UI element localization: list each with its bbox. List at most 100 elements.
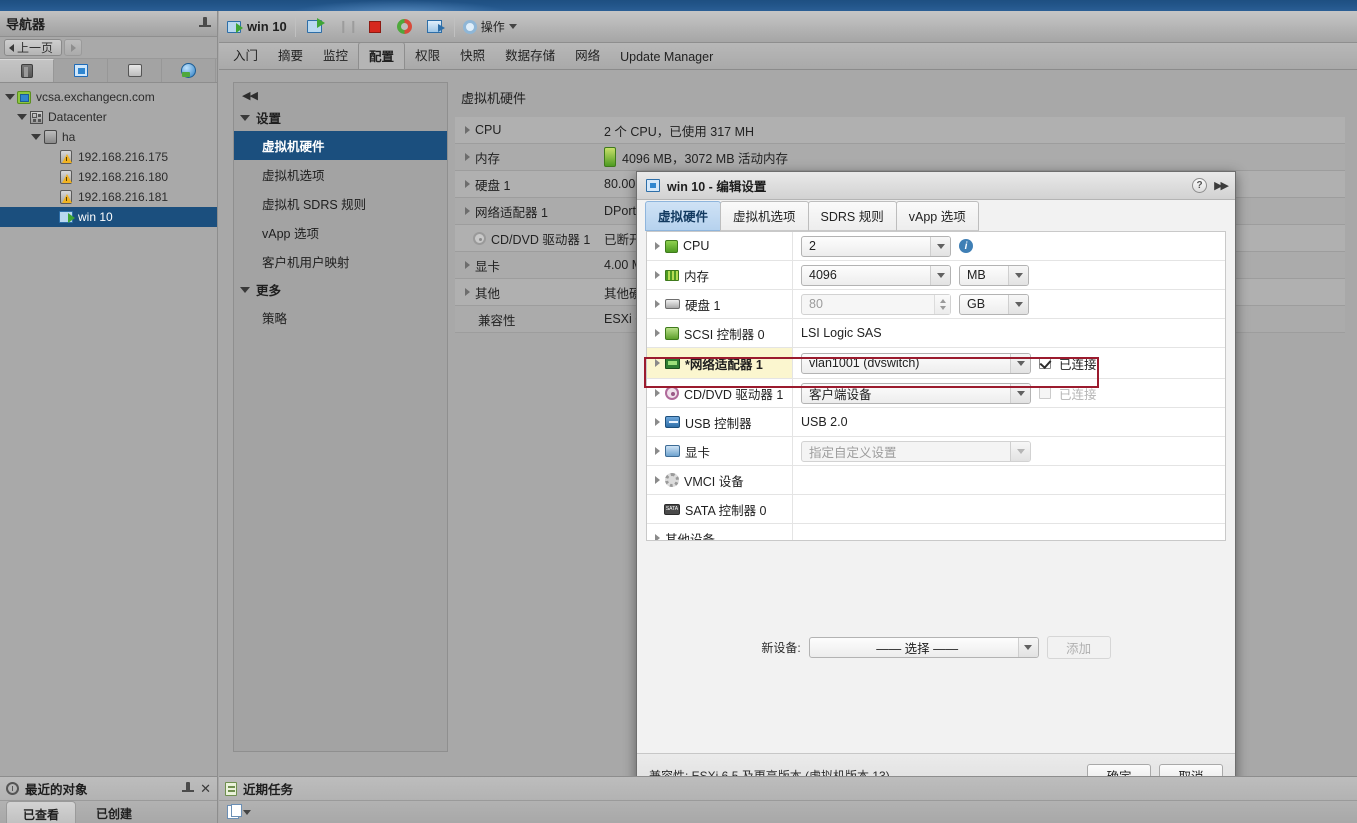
expand-arrow-icon[interactable] <box>465 180 470 188</box>
launch-console-button[interactable] <box>424 16 446 38</box>
subnav-group-more[interactable]: 更多 <box>234 276 447 303</box>
expand-arrow-icon[interactable] <box>655 359 660 367</box>
memory-unit-select[interactable]: MB <box>959 264 1029 286</box>
vcenter-icon <box>17 90 31 104</box>
expand-arrow-icon[interactable] <box>655 271 660 279</box>
tab-monitor[interactable]: 监控 <box>313 42 358 69</box>
back-button[interactable]: 上一页 <box>4 39 63 56</box>
sidebar-item-guest-user-mappings[interactable]: 客户机用户映射 <box>234 247 447 276</box>
expand-arrow-icon[interactable] <box>465 261 470 269</box>
expand-arrow-icon[interactable] <box>655 329 660 337</box>
add-device-button[interactable]: 添加 <box>1046 635 1111 659</box>
tree-item-vm-win10[interactable]: win 10 <box>0 207 217 227</box>
pin-icon[interactable] <box>182 781 195 796</box>
recent-objects-tab-viewed[interactable]: 已查看 <box>6 801 77 823</box>
expand-arrow-icon[interactable] <box>655 447 660 455</box>
dialog-row-sata-controller-0[interactable]: SATA SATA 控制器 0 <box>647 495 1225 524</box>
nav-tab-networking[interactable] <box>162 59 216 82</box>
dialog-row-usb-controller[interactable]: USB 控制器 USB 2.0 <box>647 408 1225 437</box>
tree-item-host-175[interactable]: 192.168.216.175 <box>0 147 217 167</box>
expand-arrow-icon[interactable] <box>655 300 660 308</box>
expand-right-icon[interactable]: ▶▶ <box>1214 179 1229 192</box>
dialog-header: win 10 - 编辑设置 ? ▶▶ <box>637 172 1235 200</box>
dialog-row-memory[interactable]: 内存 4096 MB <box>647 261 1225 290</box>
hardware-row-memory[interactable]: 内存 4096 MB，3072 MB 活动内存 <box>455 144 1345 171</box>
nav-tab-vms-and-templates[interactable] <box>54 59 108 82</box>
dialog-row-network-adapter-1[interactable]: *网络适配器 1 vlan1001 (dvswitch) 已连接 <box>647 348 1225 379</box>
expand-arrow-icon[interactable] <box>465 207 470 215</box>
chevron-down-icon[interactable] <box>17 114 27 120</box>
chevron-down-icon[interactable] <box>31 134 41 140</box>
tab-summary[interactable]: 摘要 <box>268 42 313 69</box>
suspend-button[interactable]: ❙❙ <box>334 16 358 38</box>
pin-icon[interactable] <box>199 16 211 31</box>
tab-update-manager[interactable]: Update Manager <box>610 47 723 69</box>
help-icon[interactable]: ? <box>1192 178 1208 193</box>
recent-objects-tab-created[interactable]: 已创建 <box>80 801 148 823</box>
dialog-row-scsi-controller-0[interactable]: SCSI 控制器 0 LSI Logic SAS <box>647 319 1225 348</box>
dialog-tab-vapp-options[interactable]: vApp 选项 <box>895 201 979 231</box>
collapse-left-icon[interactable]: ◀◀ <box>234 83 447 104</box>
tab-networks[interactable]: 网络 <box>565 42 610 69</box>
expand-arrow-icon[interactable] <box>655 242 660 250</box>
cd-dvd-device-select[interactable]: 客户端设备 <box>801 382 1031 404</box>
tree-item-datacenter[interactable]: Datacenter <box>0 107 217 127</box>
sidebar-item-vm-options[interactable]: 虚拟机选项 <box>234 160 447 189</box>
stepper-down-icon[interactable] <box>939 305 946 310</box>
nav-tab-storage[interactable] <box>108 59 162 82</box>
tree-item-host-181[interactable]: 192.168.216.181 <box>0 187 217 207</box>
new-device-select[interactable]: —— 选择 —— <box>808 636 1039 658</box>
cpu-select[interactable]: 2 <box>801 235 951 257</box>
dialog-row-video-card[interactable]: 显卡 指定自定义设置 <box>647 437 1225 466</box>
dialog-row-other-devices[interactable]: 其他设备 <box>647 524 1225 540</box>
power-off-button[interactable] <box>364 16 386 38</box>
power-on-button[interactable] <box>304 16 326 38</box>
expand-arrow-icon[interactable] <box>655 534 660 540</box>
chevron-down-icon[interactable] <box>5 94 15 100</box>
sidebar-item-vm-hardware[interactable]: 虚拟机硬件 <box>234 131 447 160</box>
subnav-group-settings[interactable]: 设置 <box>234 104 447 131</box>
tab-getting-started[interactable]: 入门 <box>223 42 268 69</box>
tab-datastores[interactable]: 数据存储 <box>495 42 565 69</box>
actions-menu-button[interactable]: 操作 <box>462 18 517 35</box>
hard-disk-size-stepper[interactable]: 80 <box>801 293 951 315</box>
expand-arrow-icon[interactable] <box>655 389 660 397</box>
tree-item-cluster[interactable]: ha <box>0 127 217 147</box>
reset-button[interactable] <box>394 16 416 38</box>
dialog-row-vmci-device[interactable]: VMCI 设备 <box>647 466 1225 495</box>
video-card-settings-select[interactable]: 指定自定义设置 <box>801 440 1031 462</box>
filter-icon[interactable] <box>227 804 242 819</box>
network-adapter-connected-checkbox[interactable] <box>1039 357 1051 369</box>
expand-arrow-icon[interactable] <box>465 153 470 161</box>
toolbar-divider <box>294 16 296 37</box>
chevron-down-icon[interactable] <box>243 809 251 815</box>
forward-button[interactable] <box>64 39 83 56</box>
close-icon[interactable]: ✕ <box>200 782 211 795</box>
hardware-row-cpu[interactable]: CPU 2 个 CPU，已使用 317 MH <box>455 117 1345 144</box>
network-adapter-portgroup-select[interactable]: vlan1001 (dvswitch) <box>801 352 1031 374</box>
sidebar-item-vm-sdrs-rules[interactable]: 虚拟机 SDRS 规则 <box>234 189 447 218</box>
expand-arrow-icon[interactable] <box>465 126 470 134</box>
expand-arrow-icon[interactable] <box>465 288 470 296</box>
expand-arrow-icon[interactable] <box>655 476 660 484</box>
tree-item-vcenter[interactable]: vcsa.exchangecn.com <box>0 87 217 107</box>
tree-item-host-180[interactable]: 192.168.216.180 <box>0 167 217 187</box>
tab-snapshots[interactable]: 快照 <box>450 42 495 69</box>
dialog-tab-sdrs-rules[interactable]: SDRS 规则 <box>807 201 897 231</box>
tab-configure[interactable]: 配置 <box>358 42 406 69</box>
memory-input[interactable]: 4096 <box>801 264 951 286</box>
sidebar-item-policies[interactable]: 策略 <box>234 303 447 332</box>
sidebar-item-vapp-options[interactable]: vApp 选项 <box>234 218 447 247</box>
dialog-tab-virtual-hardware[interactable]: 虚拟硬件 <box>645 201 722 231</box>
nav-tab-hosts-and-clusters[interactable] <box>0 59 54 82</box>
dialog-row-label: CPU <box>683 239 710 253</box>
dialog-row-cpu[interactable]: CPU 2 i <box>647 232 1225 261</box>
dialog-row-cd-dvd-drive-1[interactable]: CD/DVD 驱动器 1 客户端设备 已连接 <box>647 379 1225 408</box>
hard-disk-unit-select[interactable]: GB <box>959 293 1029 315</box>
dialog-row-hard-disk-1[interactable]: 硬盘 1 80 GB <box>647 290 1225 319</box>
info-icon[interactable]: i <box>959 239 973 253</box>
dialog-tab-vm-options[interactable]: 虚拟机选项 <box>720 201 809 231</box>
expand-arrow-icon[interactable] <box>655 418 660 426</box>
stepper-up-icon[interactable] <box>939 298 946 303</box>
tab-permissions[interactable]: 权限 <box>405 42 450 69</box>
